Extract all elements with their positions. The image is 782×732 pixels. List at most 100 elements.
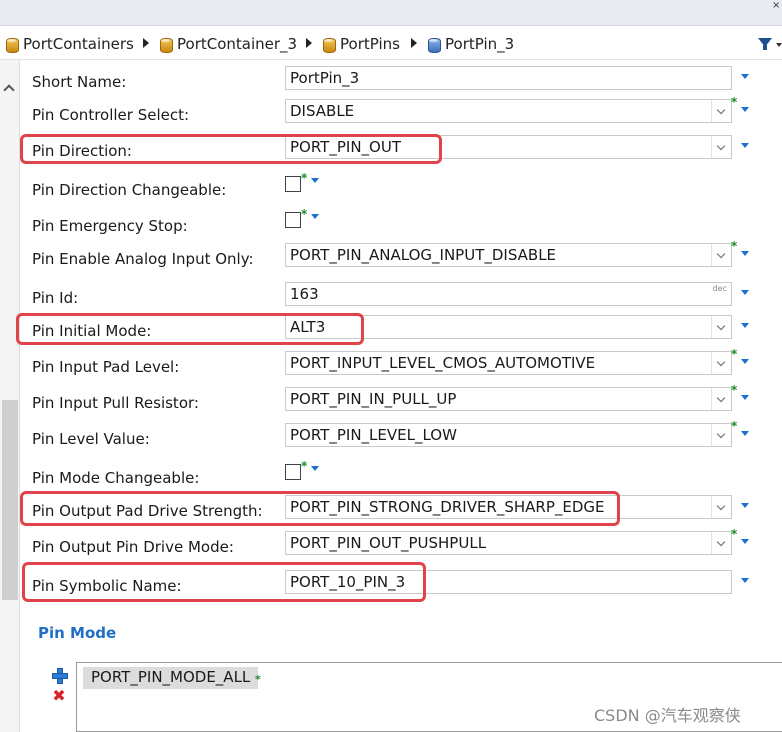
chevron-down-icon[interactable] — [711, 316, 731, 338]
row-short-name: Short Name: PortPin_3 — [20, 66, 782, 96]
modified-star-icon: * — [731, 239, 738, 253]
scroll-up-icon[interactable] — [3, 84, 15, 96]
dropdown-arrow-icon[interactable] — [741, 74, 749, 79]
dropdown-arrow-icon[interactable] — [741, 578, 749, 583]
pin-input-pad-level-label: Pin Input Pad Level: — [32, 358, 180, 376]
delete-icon[interactable]: ✖ — [52, 688, 66, 704]
pin-input-pull-resistor-label: Pin Input Pull Resistor: — [32, 394, 199, 412]
pin-mode-list-item[interactable]: PORT_PIN_MODE_ALL — [83, 667, 259, 689]
dropdown-arrow-icon[interactable] — [741, 143, 749, 148]
row-pin-input-pad-level: Pin Input Pad Level: PORT_INPUT_LEVEL_CM… — [20, 347, 782, 381]
short-name-label: Short Name: — [32, 73, 127, 91]
modified-star-icon: * — [731, 347, 738, 361]
row-pin-emergency-stop: Pin Emergency Stop: * — [20, 207, 782, 240]
chevron-down-icon[interactable] — [711, 100, 731, 122]
breadcrumb-label: PortContainer_3 — [177, 35, 298, 53]
modified-star-icon: * — [731, 95, 738, 109]
pin-direction-changeable-label: Pin Direction Changeable: — [32, 181, 227, 199]
container-icon — [160, 37, 173, 53]
dropdown-arrow-icon[interactable] — [741, 395, 749, 400]
combo-value: DISABLE — [290, 102, 355, 120]
breadcrumb-separator-icon — [411, 38, 417, 48]
row-pin-input-pull-resistor: Pin Input Pull Resistor: PORT_PIN_IN_PUL… — [20, 383, 782, 417]
row-pin-mode-changeable: Pin Mode Changeable: * — [20, 459, 782, 492]
combo-value: PORT_PIN_ANALOG_INPUT_DISABLE — [290, 246, 557, 264]
breadcrumb-separator-icon — [306, 38, 312, 48]
dropdown-arrow-icon[interactable] — [741, 107, 749, 112]
pin-output-pin-drive-mode-combo[interactable]: PORT_PIN_OUT_PUSHPULL — [285, 531, 732, 555]
dropdown-arrow-icon[interactable] — [741, 359, 749, 364]
modified-star-icon: * — [255, 673, 261, 686]
row-pin-direction-changeable: Pin Direction Changeable: * — [20, 171, 782, 204]
chevron-down-icon[interactable] — [711, 244, 731, 266]
chevron-down-icon[interactable] — [711, 136, 731, 158]
row-pin-id: Pin Id: 163 dec — [20, 282, 782, 312]
breadcrumb-separator-icon — [143, 38, 149, 48]
pin-mode-changeable-checkbox[interactable] — [285, 464, 301, 480]
modified-star-icon: * — [301, 207, 308, 221]
combo-value: PORT_PIN_IN_PULL_UP — [290, 390, 457, 408]
short-name-input[interactable]: PortPin_3 — [285, 66, 732, 90]
close-icon[interactable]: × — [772, 0, 782, 11]
breadcrumb-label: PortPin_3 — [445, 35, 515, 53]
row-pin-level-value: Pin Level Value: PORT_PIN_LEVEL_LOW * — [20, 419, 782, 453]
dropdown-arrow-icon[interactable] — [311, 466, 319, 471]
modified-star-icon: * — [301, 459, 308, 473]
add-icon[interactable] — [52, 668, 68, 684]
modified-star-icon: * — [301, 171, 308, 185]
breadcrumb-item-portcontainers[interactable]: PortContainers — [6, 35, 134, 53]
dropdown-arrow-icon[interactable] — [741, 290, 749, 295]
pin-icon — [428, 37, 441, 53]
container-icon — [323, 37, 336, 53]
pin-id-input[interactable]: 163 dec — [285, 282, 732, 306]
combo-value: PORT_PIN_OUT_PUSHPULL — [290, 534, 487, 552]
pin-output-pin-drive-mode-label: Pin Output Pin Drive Mode: — [32, 538, 234, 556]
pin-id-value: 163 — [290, 285, 319, 303]
container-icon — [6, 37, 19, 53]
dropdown-arrow-icon[interactable] — [741, 539, 749, 544]
dropdown-arrow-icon[interactable] — [311, 214, 319, 219]
breadcrumb-item-portpins[interactable]: PortPins — [323, 35, 400, 53]
dropdown-arrow-icon[interactable] — [311, 178, 319, 183]
pin-level-value-combo[interactable]: PORT_PIN_LEVEL_LOW — [285, 423, 732, 447]
chevron-down-icon[interactable] — [711, 424, 731, 446]
combo-value: PORT_PIN_LEVEL_LOW — [290, 426, 457, 444]
chevron-down-icon[interactable] — [711, 532, 731, 554]
highlight-pin-output-pad-drive-strength — [20, 491, 620, 526]
chevron-down-icon[interactable] — [711, 352, 731, 374]
modified-star-icon: * — [731, 419, 738, 433]
chevron-down-icon[interactable] — [711, 388, 731, 410]
dropdown-arrow-icon[interactable] — [741, 431, 749, 436]
highlight-pin-initial-mode — [16, 313, 364, 345]
row-pin-output-pin-drive-mode: Pin Output Pin Drive Mode: PORT_PIN_OUT_… — [20, 527, 782, 561]
dropdown-arrow-icon[interactable] — [741, 503, 749, 508]
scrollbar-thumb[interactable] — [2, 400, 18, 600]
breadcrumb-label: PortPins — [340, 35, 400, 53]
highlight-pin-direction — [20, 134, 442, 164]
filter-icon[interactable] — [758, 38, 772, 50]
highlight-pin-symbolic-name — [22, 562, 426, 602]
number-format-label: dec — [712, 284, 727, 293]
pin-enable-analog-input-only-combo[interactable]: PORT_PIN_ANALOG_INPUT_DISABLE — [285, 243, 732, 267]
breadcrumb-item-portpin-3[interactable]: PortPin_3 — [428, 35, 514, 53]
dropdown-arrow-icon[interactable] — [741, 323, 749, 328]
pin-controller-select-label: Pin Controller Select: — [32, 106, 190, 124]
pin-emergency-stop-checkbox[interactable] — [285, 212, 301, 228]
combo-value: PORT_INPUT_LEVEL_CMOS_AUTOMOTIVE — [290, 354, 596, 372]
pin-direction-changeable-checkbox[interactable] — [285, 176, 301, 192]
pin-id-label: Pin Id: — [32, 289, 79, 307]
vertical-scrollbar[interactable] — [0, 60, 20, 732]
row-pin-enable-analog-input-only: Pin Enable Analog Input Only: PORT_PIN_A… — [20, 239, 782, 273]
pin-controller-select-combo[interactable]: DISABLE — [285, 99, 732, 123]
pin-input-pad-level-combo[interactable]: PORT_INPUT_LEVEL_CMOS_AUTOMOTIVE — [285, 351, 732, 375]
breadcrumb-label: PortContainers — [23, 35, 134, 53]
pin-enable-analog-input-only-label: Pin Enable Analog Input Only: — [32, 250, 254, 268]
row-pin-controller-select: Pin Controller Select: DISABLE * — [20, 95, 782, 129]
filter-dropdown-icon[interactable] — [776, 43, 782, 47]
breadcrumb-item-portcontainer-3[interactable]: PortContainer_3 — [160, 35, 297, 53]
pin-input-pull-resistor-combo[interactable]: PORT_PIN_IN_PULL_UP — [285, 387, 732, 411]
chevron-down-icon[interactable] — [711, 496, 731, 518]
breadcrumb: PortContainers PortContainer_3 PortPins … — [0, 26, 782, 60]
dropdown-arrow-icon[interactable] — [741, 251, 749, 256]
watermark-text: CSDN @汽车观察侠 — [594, 706, 741, 725]
